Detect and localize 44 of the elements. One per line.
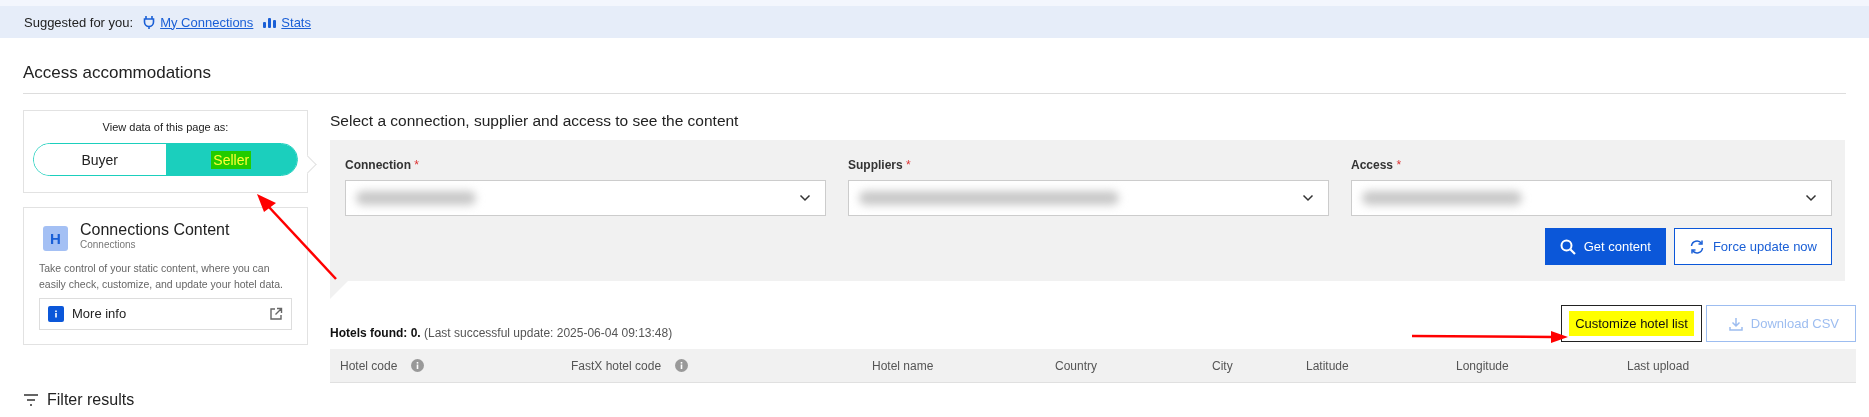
product-title: Connections Content [80,221,230,239]
select-field[interactable] [345,180,826,216]
field-label: Access * [1351,158,1403,172]
select-field[interactable] [1351,180,1832,216]
external-link-icon [269,306,283,321]
chevron-down-icon [1302,194,1314,202]
plug-icon [143,15,156,29]
column-header[interactable]: Longitude [1456,358,1509,373]
chevron-down-icon [799,194,811,202]
selector-heading: Select a connection, supplier and access to see the content [330,112,740,130]
column-header[interactable]: FastX hotel code [571,358,662,373]
filter-title: Filter results [47,390,135,409]
info-icon [48,305,64,322]
product-badge: H [43,226,68,251]
product-description: Take control of your static content, where you can easily check, customize, and update your hotel data. [39,261,284,293]
bar-chart-icon [263,16,277,28]
more-info-label: More info [72,306,127,322]
force-update-button[interactable]: Force update now [1673,228,1832,265]
get-content-button[interactable]: Get content [1544,228,1666,265]
results-summary: Hotels found: 0. (Last successful update: 2025-06-04 09:13:48) [330,325,673,340]
more-info-link[interactable]: More info [39,297,292,330]
column-header[interactable]: Hotel code [340,358,398,373]
filter-icon [23,393,39,406]
info-icon [411,359,425,372]
download-icon [1728,316,1743,331]
column-header[interactable]: Latitude [1306,358,1349,373]
column-header[interactable]: Last upload [1627,358,1690,373]
page-title: Access accommodations [23,63,1846,94]
column-header[interactable]: Country [1055,358,1098,373]
search-icon [1559,238,1576,255]
select-field[interactable] [848,180,1329,216]
product-subtitle: Connections [80,239,137,250]
chevron-down-icon [1805,194,1817,202]
customize-button[interactable]: Customize hotel list [1561,305,1702,342]
info-icon [675,359,689,372]
suggestion-label: Suggested for you: [24,14,134,30]
field-label: Connection * [345,158,420,172]
column-header[interactable]: City [1212,358,1233,373]
suggestion-link[interactable]: Stats [263,14,311,30]
suggestion-link[interactable]: My Connections [143,14,254,30]
refresh-icon [1688,238,1705,255]
toggle-label: View data of this page as: [102,121,229,133]
column-header[interactable]: Hotel name [872,358,934,373]
field-label: Suppliers * [848,158,912,172]
